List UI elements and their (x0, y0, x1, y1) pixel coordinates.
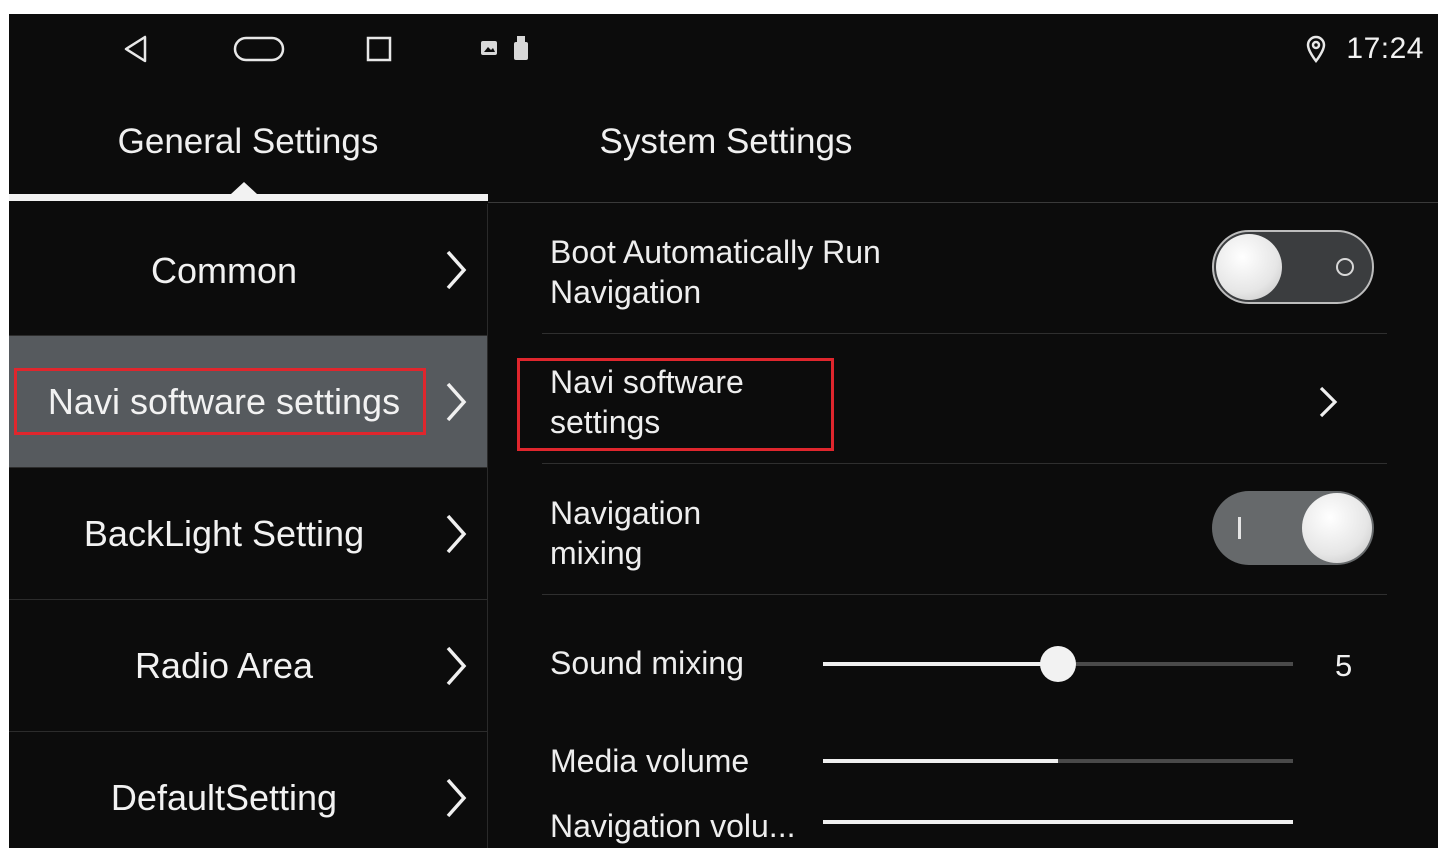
chevron-right-icon (443, 380, 469, 429)
divider (487, 204, 488, 848)
toggle-off-indicator-icon (1336, 258, 1354, 276)
chevron-right-icon (443, 248, 469, 297)
sound-mixing-value: 5 (1335, 648, 1353, 683)
status-bar: 17:24 (9, 14, 1438, 84)
tab-system-settings[interactable]: System Settings (487, 122, 965, 162)
menu-item-label: DefaultSetting (110, 777, 338, 818)
setting-label: Navigation mixing (550, 495, 702, 571)
navigation-mixing-toggle[interactable] (1212, 491, 1374, 565)
navigation-volume-slider[interactable] (823, 820, 1293, 824)
sound-mixing-slider[interactable] (823, 646, 1293, 682)
settings-screen: 17:24 General Settings System Settings C… (9, 14, 1438, 848)
menu-item-label: BackLight Setting (83, 513, 365, 554)
left-menu: Common Navi software settings BackLight … (9, 204, 487, 848)
setting-label: Boot Automatically Run Navigation (550, 234, 881, 310)
menu-item-radio-area[interactable]: Radio Area (9, 600, 487, 732)
setting-label: Sound mixing (550, 645, 744, 681)
location-icon (1305, 34, 1327, 69)
recent-apps-icon[interactable] (365, 34, 393, 69)
divider (542, 594, 1387, 595)
tab-indicator-pointer (231, 182, 257, 194)
image-notification-icon (481, 41, 497, 60)
toggle-knob (1216, 234, 1282, 300)
chevron-right-icon (443, 512, 469, 561)
setting-label: Navi software settings (550, 364, 744, 440)
menu-item-default-setting[interactable]: DefaultSetting (9, 732, 487, 848)
setting-label: Media volume (550, 743, 750, 779)
slider-fill (823, 820, 1293, 824)
chevron-right-icon (443, 644, 469, 693)
menu-item-label: Common (150, 250, 298, 291)
tab-indicator (9, 194, 488, 201)
boot-navigation-toggle[interactable] (1212, 230, 1374, 304)
media-volume-slider[interactable] (823, 759, 1293, 763)
menu-item-backlight-setting[interactable]: BackLight Setting (9, 468, 487, 600)
tab-general-settings[interactable]: General Settings (9, 122, 487, 162)
chevron-right-icon (1317, 384, 1339, 425)
divider (542, 463, 1387, 464)
divider (488, 202, 1438, 203)
setting-label: Navigation volu... (550, 808, 796, 844)
back-icon[interactable] (121, 34, 151, 69)
chevron-right-icon (443, 776, 469, 825)
slider-thumb[interactable] (1040, 646, 1076, 682)
menu-item-common[interactable]: Common (9, 204, 487, 336)
usb-icon (514, 36, 528, 65)
highlight-box (14, 368, 426, 435)
slider-fill (823, 662, 1058, 666)
toggle-knob (1302, 493, 1372, 563)
toggle-on-indicator-icon (1238, 517, 1241, 539)
divider (542, 333, 1387, 334)
clock: 17:24 (1346, 32, 1424, 65)
menu-item-label: Radio Area (134, 645, 314, 686)
slider-fill (823, 759, 1058, 763)
tab-bar: General Settings System Settings (9, 84, 1438, 204)
home-icon[interactable] (233, 36, 285, 67)
